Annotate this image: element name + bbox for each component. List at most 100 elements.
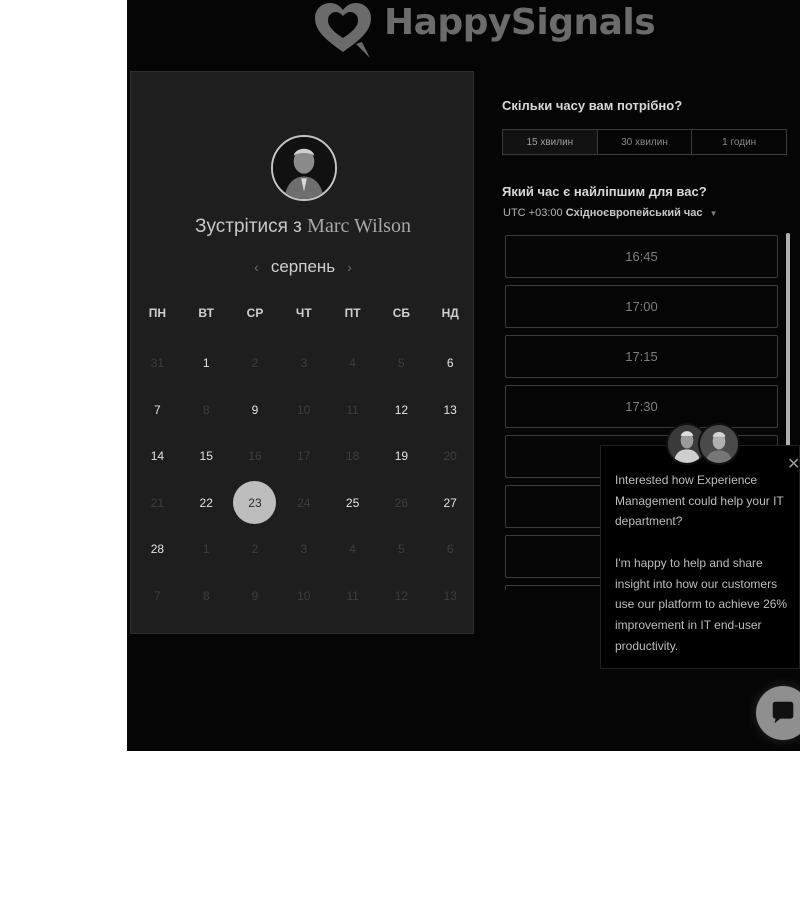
calendar-day-number: 10 <box>297 402 311 417</box>
calendar-day[interactable]: 28 <box>133 526 182 573</box>
calendar-day: 7 <box>133 573 182 620</box>
calendar-day: 5 <box>377 340 426 387</box>
calendar-day-number: 1 <box>202 356 210 371</box>
calendar-day-number: 13 <box>443 402 457 417</box>
calendar-day: 17 <box>279 433 328 480</box>
calendar-day-number: 6 <box>446 542 454 557</box>
time-slot-button[interactable]: 17:15 <box>505 335 778 378</box>
calendar-day[interactable]: 6 <box>426 340 475 387</box>
weekday-label: НД <box>441 306 459 320</box>
agent-avatar-2 <box>698 423 740 465</box>
calendar-day-number: 6 <box>446 356 454 371</box>
calendar-day-number: 26 <box>394 495 409 510</box>
weekday-label: ВТ <box>198 306 214 320</box>
calendar-day[interactable]: 14 <box>133 433 182 480</box>
calendar-day: 8 <box>182 573 231 620</box>
calendar-day: 18 <box>328 433 377 480</box>
calendar-day-number: 10 <box>297 588 311 603</box>
calendar-day-number: 25 <box>345 495 360 510</box>
calendar-day-number: 12 <box>394 402 409 417</box>
month-navigation: ‹ серпень › <box>131 257 475 277</box>
time-slot-button[interactable]: 16:45 <box>505 235 778 278</box>
calendar-day-number: 3 <box>300 356 308 371</box>
brand-logo: HappySignals <box>312 0 656 60</box>
calendar-day[interactable]: 27 <box>426 480 475 527</box>
calendar-day[interactable]: 12 <box>377 387 426 434</box>
calendar-day-number: 8 <box>202 402 210 417</box>
host-name: Marc Wilson <box>307 215 411 237</box>
calendar-day: 1 <box>182 526 231 573</box>
calendar-day-number: 12 <box>394 588 409 603</box>
chat-launcher-button[interactable] <box>756 686 800 740</box>
agent-avatars <box>666 423 742 467</box>
weekday-label: ПН <box>148 306 167 320</box>
time-question: Який час є найліпшим для вас? <box>502 184 707 199</box>
calendar-day[interactable]: 13 <box>426 387 475 434</box>
calendar-day-number: 17 <box>297 449 311 464</box>
calendar-day: 20 <box>426 433 475 480</box>
time-slot-button[interactable]: 17:00 <box>505 285 778 328</box>
duration-option[interactable]: 15 хвилин <box>503 130 598 154</box>
chevron-left-icon[interactable]: ‹ <box>254 259 259 275</box>
calendar-day-number: 9 <box>251 402 259 417</box>
calendar-day: 26 <box>377 480 426 527</box>
app-frame: HappySignals Зустрітися з Marc Wilson ‹ … <box>127 0 800 751</box>
duration-selector: 15 хвилин 30 хвилин 1 годин <box>502 129 787 155</box>
calendar-day-number: 28 <box>150 542 165 557</box>
calendar-day[interactable]: 19 <box>377 433 426 480</box>
calendar-day[interactable]: 7 <box>133 387 182 434</box>
month-label: серпень <box>270 257 336 276</box>
calendar-day-number: 14 <box>150 449 165 464</box>
calendar-day: 4 <box>328 526 377 573</box>
calendar-day-number: 21 <box>150 495 165 510</box>
calendar-day-number: 4 <box>349 542 356 557</box>
chat-bubble-icon <box>772 701 794 724</box>
caret-down-icon: ▼ <box>709 209 718 218</box>
calendar-day-number: 27 <box>443 495 457 510</box>
time-slot-button[interactable]: 17:30 <box>505 385 778 428</box>
calendar-day-number: 5 <box>398 356 405 371</box>
calendar-day: 11 <box>328 573 377 620</box>
weekday-header: ПН ВТ СР ЧТ ПТ СБ НД <box>133 306 475 320</box>
calendar-day-number: 1 <box>202 542 210 557</box>
calendar-day: 6 <box>426 526 475 573</box>
timezone-selector[interactable]: UTC +03:00 Східноєвропейський час ▼ <box>503 207 718 219</box>
duration-option[interactable]: 1 годин <box>692 130 786 154</box>
calendar-day: 3 <box>279 526 328 573</box>
calendar-day: 3 <box>279 340 328 387</box>
duration-option[interactable]: 30 хвилин <box>598 130 693 154</box>
calendar-grid: 31 1 2 3 4 5 6 7 8 9 10 11 12 13 14 15 16 17 18 19 20 21 22 23 2… <box>133 340 475 619</box>
calendar-day-number: 4 <box>349 356 356 371</box>
calendar-day: 10 <box>279 387 328 434</box>
calendar-day: 2 <box>231 340 280 387</box>
calendar-day-number: 22 <box>199 495 213 510</box>
calendar-day-number: 8 <box>202 588 210 603</box>
brand-name: HappySignals <box>384 1 656 43</box>
timezone-offset: UTC +03:00 <box>503 207 563 219</box>
calendar-day-number: 7 <box>154 402 161 417</box>
calendar-day-number: 31 <box>150 356 165 371</box>
chat-popup: ✕ Interested how Experience Management c… <box>600 445 800 669</box>
calendar-day: 10 <box>279 573 328 620</box>
calendar-day-number: 11 <box>346 588 359 603</box>
weekday-label: СР <box>246 306 264 320</box>
calendar-day[interactable]: 22 <box>182 480 231 527</box>
calendar-day[interactable]: 9 <box>231 387 280 434</box>
calendar-day-number: 16 <box>248 449 262 464</box>
calendar-day-number: 19 <box>394 449 409 464</box>
calendar-day-selected[interactable]: 23 <box>231 480 280 527</box>
calendar-day[interactable]: 25 <box>328 480 377 527</box>
calendar-day[interactable]: 15 <box>182 433 231 480</box>
duration-question: Скільки часу вам потрібно? <box>502 98 683 113</box>
calendar-day: 4 <box>328 340 377 387</box>
calendar-day: 2 <box>231 526 280 573</box>
chevron-right-icon[interactable]: › <box>347 259 352 275</box>
host-avatar <box>271 135 337 201</box>
weekday-label: ПТ <box>344 306 361 320</box>
timezone-name: Східноєвропейський час <box>565 207 703 219</box>
calendar-day: 12 <box>377 573 426 620</box>
calendar-day-number: 3 <box>300 542 308 557</box>
calendar-day: 8 <box>182 387 231 434</box>
calendar-day-number: 13 <box>443 588 457 603</box>
calendar-day[interactable]: 1 <box>182 340 231 387</box>
